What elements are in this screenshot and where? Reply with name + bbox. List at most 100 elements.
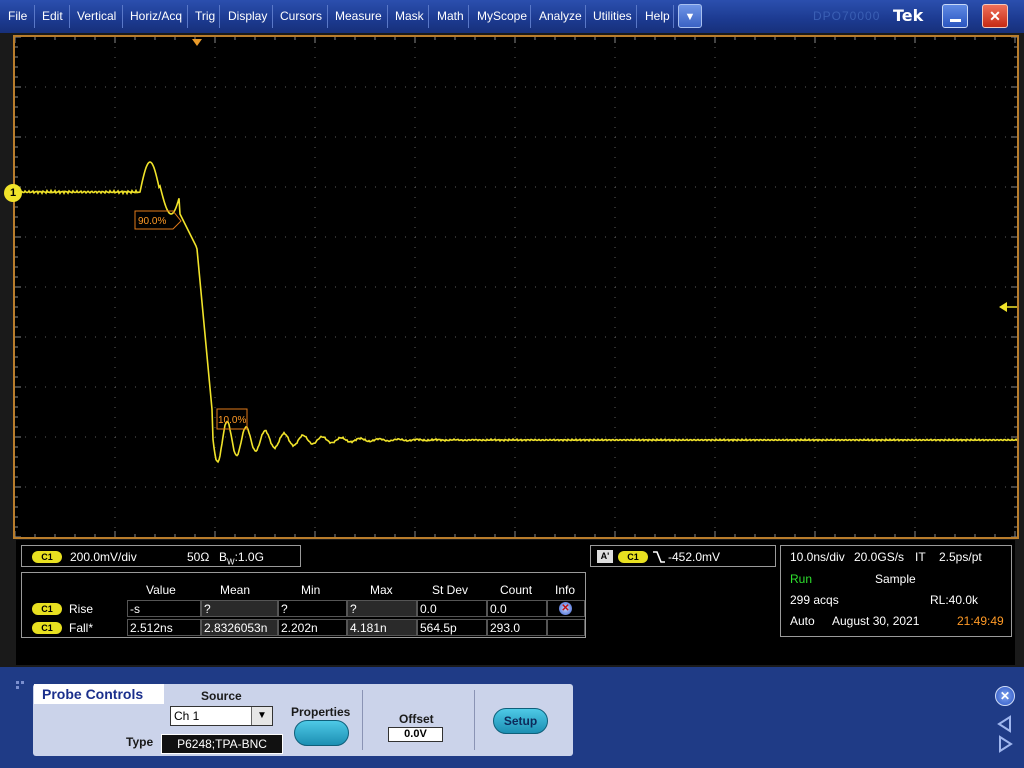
channel-1-readout[interactable]: C1 200.0mV/div 50Ω BW:1.0G xyxy=(21,545,301,567)
run-state: Run xyxy=(790,572,813,586)
row-rise-name[interactable]: Rise xyxy=(69,602,93,616)
acquisition-readout[interactable]: 10.0ns/div 20.0GS/s IT 2.5ps/pt Run Samp… xyxy=(780,545,1012,637)
ref-90-label: 90.0% xyxy=(138,216,166,227)
menu-separator xyxy=(636,5,637,28)
falling-edge-icon xyxy=(653,551,665,563)
sample-rate: 20.0GS/s xyxy=(854,550,905,564)
channel-1-marker[interactable]: 1 xyxy=(4,184,22,202)
waveform-graticule: 90.0% 10.0% xyxy=(15,37,1017,537)
close-window-button[interactable]: ✕ xyxy=(982,4,1008,28)
col-value: Value xyxy=(146,583,176,597)
readout-area: C1 200.0mV/div 50Ω BW:1.0G Value Mean Mi… xyxy=(16,540,1015,665)
menu-file[interactable]: File xyxy=(8,0,27,33)
input-impedance: 50Ω xyxy=(187,550,210,564)
menu-separator xyxy=(585,5,586,28)
acq-interp-mode: IT xyxy=(915,550,926,564)
probe-type-value: P6248;TPA-BNC xyxy=(161,734,283,754)
trigger-source-tag: A' xyxy=(597,550,613,563)
measurement-table[interactable]: Value Mean Min Max St Dev Count Info C1 … xyxy=(21,572,586,638)
menu-separator xyxy=(34,5,35,28)
menu-cursors[interactable]: Cursors xyxy=(280,0,322,33)
warning-x-icon[interactable]: ✕ xyxy=(559,602,572,615)
menu-bar: File Edit Vertical Horiz/Acq Trig Displa… xyxy=(0,0,1024,33)
panel-divider xyxy=(474,690,475,750)
acquisition-mode: Sample xyxy=(875,572,916,586)
minimize-button[interactable] xyxy=(942,4,968,28)
menu-dropdown-button[interactable]: ▼ xyxy=(678,4,702,28)
model-ghost-text: DPO70000 xyxy=(813,9,881,23)
probe-controls-title: Probe Controls xyxy=(34,684,164,704)
ref-90-marker: 90.0% xyxy=(134,210,182,230)
date: August 30, 2021 xyxy=(832,614,920,628)
menu-separator xyxy=(272,5,273,28)
rise-info[interactable]: ✕ xyxy=(547,600,585,617)
next-panel-icon[interactable] xyxy=(995,734,1015,754)
close-icon: ✕ xyxy=(989,8,1001,24)
menu-myscope[interactable]: MyScope xyxy=(477,0,527,33)
menu-mask[interactable]: Mask xyxy=(395,0,424,33)
offset-input[interactable]: 0.0V xyxy=(388,727,443,742)
row-fall-tag: C1 xyxy=(32,622,62,634)
triangle-down-icon[interactable]: ▼ xyxy=(251,707,272,725)
grip-icon[interactable] xyxy=(15,680,27,692)
menu-vertical[interactable]: Vertical xyxy=(77,0,116,33)
col-max: Max xyxy=(370,583,393,597)
setup-button[interactable]: Setup xyxy=(493,708,548,734)
fall-value: 2.512ns xyxy=(127,619,201,636)
col-count: Count xyxy=(500,583,533,597)
waveform-display[interactable]: 90.0% 10.0% 1 xyxy=(4,35,1019,539)
row-rise-tag: C1 xyxy=(32,603,62,615)
menu-separator xyxy=(122,5,123,28)
waveform-trace-ch1 xyxy=(15,161,1017,464)
close-icon: ✕ xyxy=(999,689,1011,703)
menu-help[interactable]: Help xyxy=(645,0,670,33)
menu-trig[interactable]: Trig xyxy=(195,0,215,33)
rise-min: ? xyxy=(278,600,347,617)
trigger-level: -452.0mV xyxy=(668,550,721,564)
menu-separator xyxy=(219,5,220,28)
time-resolution: 2.5ps/pt xyxy=(939,550,982,564)
fall-info xyxy=(547,619,585,636)
minimize-icon xyxy=(950,19,961,22)
type-label: Type xyxy=(126,735,154,749)
trigger-mode: Auto xyxy=(790,614,815,628)
fall-stdev: 564.5p xyxy=(417,619,487,636)
time: 21:49:49 xyxy=(957,614,1004,628)
timebase: 10.0ns/div xyxy=(790,550,845,564)
trigger-channel-tag: C1 xyxy=(618,551,648,563)
trigger-position-marker[interactable] xyxy=(192,39,202,46)
graticule-grid xyxy=(15,37,1016,528)
col-min: Min xyxy=(301,583,321,597)
menu-analyze[interactable]: Analyze xyxy=(539,0,582,33)
fall-max: 4.181n xyxy=(347,619,417,636)
row-fall-name[interactable]: Fall* xyxy=(69,621,93,635)
acquisition-count: 299 acqs xyxy=(790,593,839,607)
fall-mean: 2.8326053n xyxy=(201,619,278,636)
fall-min: 2.202n xyxy=(278,619,347,636)
source-label: Source xyxy=(201,689,242,703)
menu-edit[interactable]: Edit xyxy=(42,0,63,33)
properties-button[interactable] xyxy=(294,720,349,746)
menu-display[interactable]: Display xyxy=(228,0,267,33)
offset-label: Offset xyxy=(399,712,434,726)
trigger-level-marker[interactable] xyxy=(999,302,1007,312)
menu-separator xyxy=(69,5,70,28)
tek-logo: Tek xyxy=(893,6,924,25)
trigger-readout[interactable]: A' C1 -452.0mV xyxy=(590,545,776,567)
menu-utilities[interactable]: Utilities xyxy=(593,0,632,33)
properties-label: Properties xyxy=(291,705,351,719)
menu-horiz-acq[interactable]: Horiz/Acq xyxy=(130,0,182,33)
previous-panel-icon[interactable] xyxy=(995,714,1015,734)
col-info: Info xyxy=(555,583,576,597)
source-select[interactable]: Ch 1 ▼ xyxy=(170,706,273,726)
menu-math[interactable]: Math xyxy=(437,0,464,33)
menu-measure[interactable]: Measure xyxy=(335,0,382,33)
channel-1-tag: C1 xyxy=(32,551,62,563)
record-length: RL:40.0k xyxy=(930,593,979,607)
bandwidth-limit: BW:1.0G xyxy=(219,550,264,567)
triangle-down-icon: ▼ xyxy=(684,11,696,23)
rise-count: 0.0 xyxy=(487,600,547,617)
ref-10-label: 10.0% xyxy=(218,415,246,426)
close-panel-button[interactable]: ✕ xyxy=(995,686,1015,706)
ref-10-marker: 10.0% xyxy=(216,408,248,430)
